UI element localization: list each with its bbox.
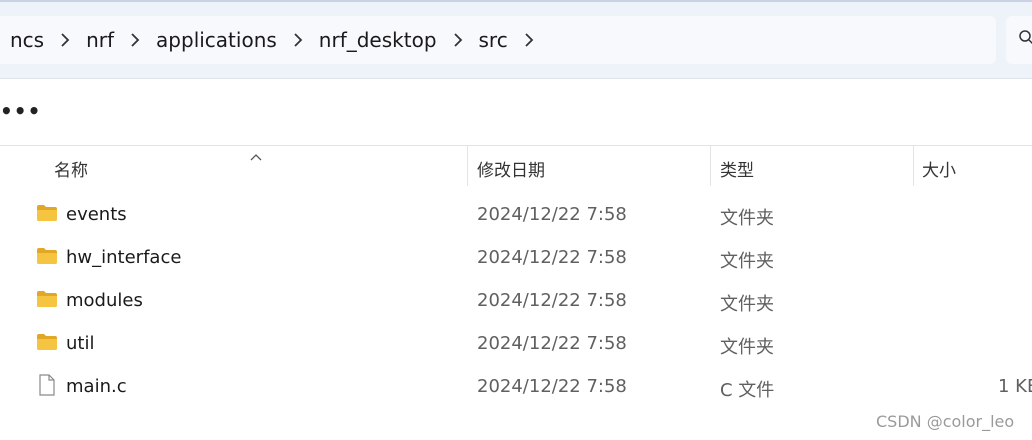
search-box[interactable] <box>1006 16 1032 64</box>
file-modified-date: 2024/12/22 7:58 <box>477 247 627 268</box>
file-row-events[interactable]: events 2024/12/22 7:58 文件夹 <box>0 194 1032 237</box>
command-bar: ••• <box>0 79 1032 146</box>
file-modified-date: 2024/12/22 7:58 <box>477 376 627 397</box>
file-name: modules <box>66 290 143 311</box>
sort-ascending-icon <box>250 146 262 165</box>
folder-icon <box>36 247 58 269</box>
column-header-name[interactable]: 名称 <box>54 156 88 181</box>
chevron-right-icon[interactable] <box>439 32 477 48</box>
breadcrumb-item-nrf-desktop[interactable]: nrf_desktop <box>317 28 439 52</box>
column-divider[interactable] <box>710 146 711 186</box>
address-bar-region: ncs nrf applications nrf_desktop src <box>0 0 1032 79</box>
file-row-main-c[interactable]: main.c 2024/12/22 7:58 C 文件 1 KB <box>0 366 1032 409</box>
folder-icon <box>36 204 58 226</box>
breadcrumb-item-applications[interactable]: applications <box>154 28 279 52</box>
breadcrumb-item-nrf[interactable]: nrf <box>84 28 116 52</box>
file-type: 文件夹 <box>720 337 774 358</box>
more-options-button[interactable]: ••• <box>0 97 40 125</box>
file-name: main.c <box>66 376 127 397</box>
file-name: events <box>66 204 127 225</box>
chevron-right-icon[interactable] <box>116 32 154 48</box>
file-type: 文件夹 <box>720 251 774 272</box>
chevron-right-icon[interactable] <box>510 32 548 48</box>
file-modified-date: 2024/12/22 7:58 <box>477 333 627 354</box>
column-header-type[interactable]: 类型 <box>720 156 754 181</box>
column-divider[interactable] <box>467 146 468 186</box>
file-icon <box>36 374 58 400</box>
folder-icon <box>36 290 58 312</box>
chevron-right-icon[interactable] <box>46 32 84 48</box>
chevron-right-icon[interactable] <box>279 32 317 48</box>
column-divider[interactable] <box>913 146 914 186</box>
file-type: 文件夹 <box>720 294 774 315</box>
file-modified-date: 2024/12/22 7:58 <box>477 204 627 225</box>
breadcrumb-item-ncs[interactable]: ncs <box>8 28 46 52</box>
file-row-hw-interface[interactable]: hw_interface 2024/12/22 7:58 文件夹 <box>0 237 1032 280</box>
column-header-size[interactable]: 大小 <box>922 156 956 181</box>
column-header-row: 名称 修改日期 类型 大小 <box>0 146 1032 188</box>
folder-icon <box>36 333 58 355</box>
file-row-util[interactable]: util 2024/12/22 7:58 文件夹 <box>0 323 1032 366</box>
watermark: CSDN @color_leo <box>876 412 1015 431</box>
search-icon <box>1018 29 1032 50</box>
file-type: 文件夹 <box>720 208 774 229</box>
file-size: 1 KB <box>998 376 1032 397</box>
file-type: C 文件 <box>720 380 775 401</box>
breadcrumb[interactable]: ncs nrf applications nrf_desktop src <box>0 16 996 64</box>
file-row-modules[interactable]: modules 2024/12/22 7:58 文件夹 <box>0 280 1032 323</box>
file-name: util <box>66 333 95 354</box>
file-list: events 2024/12/22 7:58 文件夹 hw_interface … <box>0 194 1032 409</box>
file-modified-date: 2024/12/22 7:58 <box>477 290 627 311</box>
file-name: hw_interface <box>66 247 182 268</box>
window-accent-line <box>0 0 1032 2</box>
breadcrumb-item-src[interactable]: src <box>477 28 510 52</box>
column-header-modified[interactable]: 修改日期 <box>477 156 545 181</box>
